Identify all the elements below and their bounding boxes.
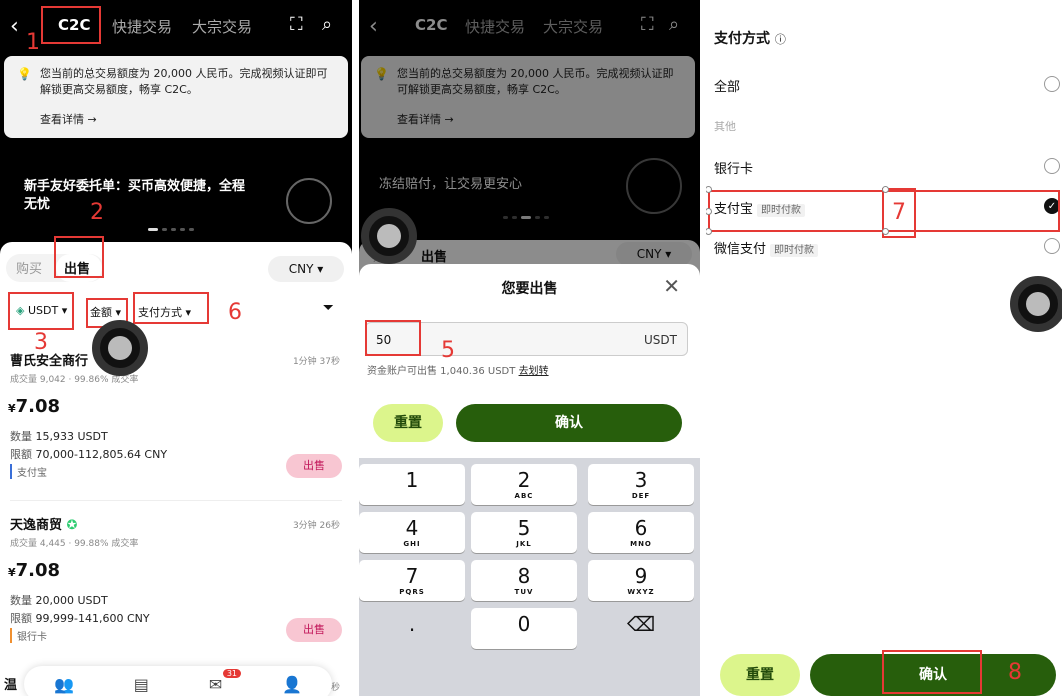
numeric-keypad: 1 2 ABC 3 DEF 4 GHI 5 JKL 6 MNO 7 PQRS 8 TUV 9W… [359, 458, 700, 696]
planet-icon [286, 178, 332, 224]
nav-c2c-icon[interactable]: 👥 [54, 675, 74, 694]
annotation-label-6: 6 [228, 300, 242, 325]
annotation-box-3 [8, 292, 74, 330]
selection-handle [882, 186, 889, 193]
key-3[interactable]: 3 DEF [588, 464, 694, 505]
annotation-box-6 [133, 292, 209, 324]
confirm-button[interactable]: 确认 [456, 404, 682, 442]
reset-button[interactable]: 重置 [373, 404, 443, 442]
reset-button[interactable]: 重置 [720, 654, 800, 696]
merchant-name[interactable]: 天逸商贸 ✪ [10, 514, 77, 533]
key-6[interactable]: 6 MNO [588, 512, 694, 553]
key-5[interactable]: 5 JKL [471, 512, 577, 553]
notice-details-link[interactable]: 查看详情 → [40, 112, 97, 128]
key-decimal[interactable]: . [359, 608, 465, 649]
verified-icon: ✪ [66, 518, 78, 533]
limit-notice: 💡 您当前的总交易额度为 20,000 人民币。完成视频认证即可解锁更高交易额度… [4, 56, 348, 138]
search-icon[interactable]: ⌕ [322, 14, 332, 35]
annotation-label-2: 2 [90, 200, 104, 225]
nav-messages-icon[interactable]: ✉ 31 [209, 668, 241, 694]
close-icon[interactable]: ✕ [663, 274, 680, 298]
merchant-payment: 银行卡 [10, 628, 47, 643]
key-0[interactable]: 0 [471, 608, 577, 649]
merchant-name[interactable]: 曹氏安全商行 [10, 350, 88, 369]
sell-button[interactable]: 出售 [286, 454, 342, 478]
radio-wechat-pay[interactable] [1044, 238, 1060, 254]
amount-unit: USDT [644, 333, 677, 347]
instant-tag: 即时付款 [770, 244, 819, 257]
option-bank-card[interactable]: 银行卡 [714, 158, 1062, 177]
annotation-label-1: 1 [26, 30, 40, 55]
merchant-limit: 限额 70,000-112,805.64 CNY [10, 448, 168, 461]
section-other: 其他 [714, 120, 736, 133]
back-icon[interactable]: ‹ [10, 14, 19, 39]
touch-indicator [361, 208, 417, 264]
merchant-payment: 支付宝 [10, 464, 47, 479]
modal-title: 您要出售 [501, 281, 558, 297]
annotation-label-7: 7 [892, 200, 906, 225]
nav-profile-icon[interactable]: 👤 [282, 675, 302, 694]
merchant-limit: 限额 99,999-141,600 CNY [10, 612, 150, 625]
radio-all[interactable] [1044, 76, 1060, 92]
radio-bank-card[interactable] [1044, 158, 1060, 174]
key-4[interactable]: 4 GHI [359, 512, 465, 553]
sell-button[interactable]: 出售 [286, 618, 342, 642]
merchant-stats: 成交量 4,445 · 99.88% 成交率 [10, 539, 139, 549]
message-badge: 31 [222, 668, 241, 678]
transfer-link[interactable]: 去划转 [519, 366, 549, 377]
payment-method-title: 支付方式 ⓘ [714, 31, 786, 47]
merchant-quantity: 数量 15,933 USDT [10, 430, 108, 443]
annotation-label-8: 8 [1008, 660, 1022, 685]
panel-sell-amount: ‹ C2C 快捷交易 大宗交易 ⛶ ⌕ 💡 您当前的总交易额度为 20,000 … [359, 0, 700, 696]
tab-block-trade[interactable]: 大宗交易 [192, 16, 252, 37]
backspace-icon[interactable]: ⌫ [588, 608, 694, 649]
key-7[interactable]: 7 PQRS [359, 560, 465, 601]
merchant-pay-time: 3分钟 26秒 [292, 521, 340, 531]
annotation-label-5: 5 [441, 338, 455, 363]
panel-c2c-list: ‹ C2C 快捷交易 大宗交易 ⛶ ⌕ 1 💡 您当前的总交易额度为 20,00… [0, 0, 352, 696]
option-all[interactable]: 全部 [714, 76, 1062, 95]
annotation-box-8 [882, 650, 982, 694]
currency-select[interactable]: CNY ▾ [268, 256, 344, 282]
merchant-pay-time-partial: 秒 [330, 683, 340, 693]
annotation-box-5 [365, 320, 421, 356]
merchant-price: ¥7.08 [8, 560, 61, 581]
scan-icon[interactable]: ⛶ [290, 14, 303, 35]
available-balance: 资金账户可出售 1,040.36 USDT 去划转 [367, 366, 549, 377]
merchant-pay-time: 1分钟 37秒 [292, 357, 340, 367]
tab-buy[interactable]: 购买 [16, 258, 42, 277]
key-2[interactable]: 2 ABC [471, 464, 577, 505]
selection-handle [706, 228, 712, 235]
option-wechat-pay[interactable]: 微信支付 即时付款 [714, 238, 1062, 257]
touch-indicator [1010, 276, 1062, 332]
divider [10, 500, 342, 501]
touch-indicator [92, 320, 148, 376]
annotation-box-2 [54, 236, 104, 278]
lightbulb-icon: 💡 [17, 67, 32, 81]
merchant-name-partial: 温 [4, 678, 18, 693]
tab-quick-trade[interactable]: 快捷交易 [112, 16, 172, 37]
key-9[interactable]: 9 WXYZ [588, 560, 694, 601]
merchant-price: ¥7.08 [8, 396, 61, 417]
filter-icon[interactable]: ⏷ [323, 300, 334, 316]
notice-text: 您当前的总交易额度为 20,000 人民币。完成视频认证即可解锁更高交易额度，畅… [40, 67, 328, 96]
info-icon[interactable]: ⓘ [775, 33, 786, 46]
bottom-nav: 👥 ▤ ✉ 31 👤 [24, 666, 332, 696]
selection-handle [882, 228, 889, 235]
key-1[interactable]: 1 [359, 464, 465, 505]
nav-orders-icon[interactable]: ▤ [134, 675, 149, 694]
key-8[interactable]: 8 TUV [471, 560, 577, 601]
panel-payment-method: 支付方式 ⓘ 全部 其他 银行卡 支付宝 即时付款 ✓ 微信支付 即时付款 7 重置… [706, 0, 1062, 696]
panel-separator [352, 0, 359, 696]
order-list-sheet: 购买 出售 CNY ▾ ◈ USDT ▾ 金额 ▾ 支付方式 ▾ ⏷ 2 3 4… [0, 200, 352, 696]
annotation-box-1 [41, 6, 101, 44]
carousel-dots [148, 228, 194, 231]
merchant-quantity: 数量 20,000 USDT [10, 594, 108, 607]
promo-banner[interactable]: 新手友好委托单：买币高效便捷，全程无忧 [24, 178, 254, 214]
